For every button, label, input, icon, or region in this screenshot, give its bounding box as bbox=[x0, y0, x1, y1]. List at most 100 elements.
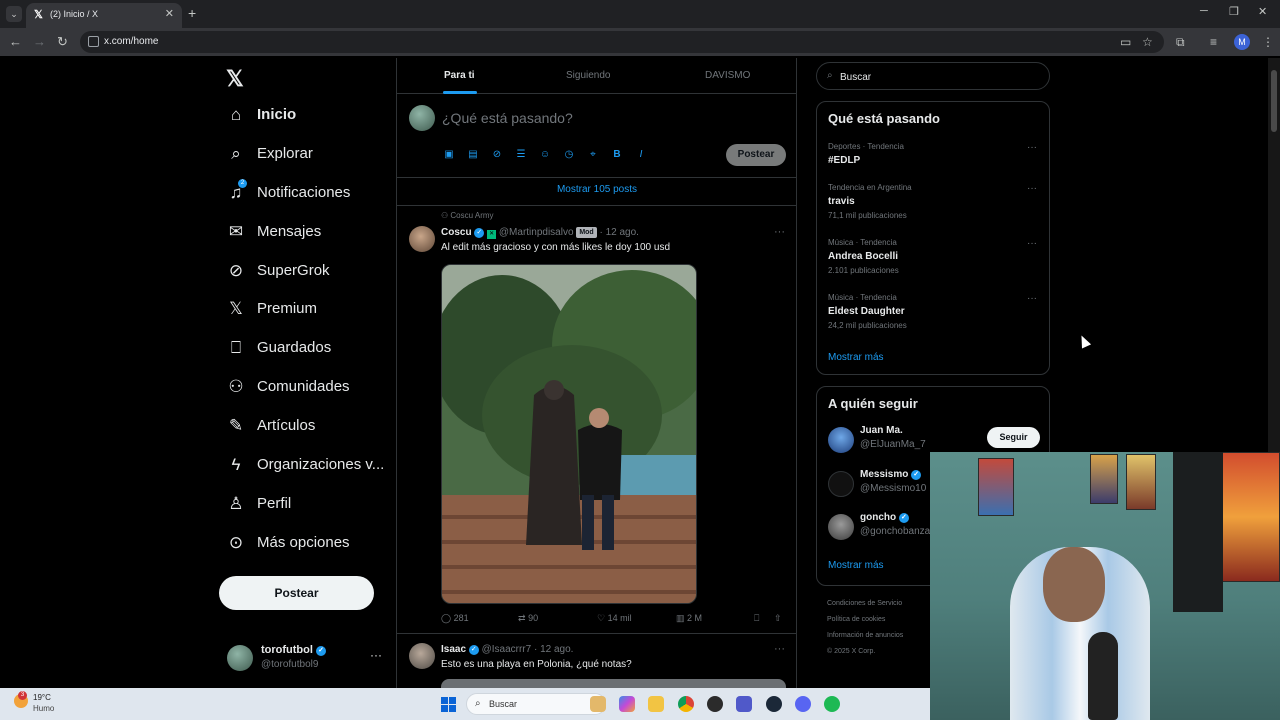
search-highlight-icon[interactable] bbox=[590, 696, 606, 712]
nav-item-inicio[interactable]: ⌂ Inicio bbox=[218, 99, 396, 133]
weather-condition[interactable]: Humo bbox=[33, 704, 54, 713]
bookmark-icon[interactable]: ⎕ bbox=[754, 613, 759, 624]
spotify-icon[interactable] bbox=[824, 696, 840, 712]
more-dots-icon[interactable]: ··· bbox=[1027, 238, 1037, 249]
nav-item-mas-opciones[interactable]: ⊙ Más opciones bbox=[218, 527, 396, 561]
nav-item-organizaciones[interactable]: ϟ Organizaciones v... bbox=[218, 449, 396, 483]
close-window-icon[interactable]: ✕ bbox=[1258, 5, 1267, 18]
footer-link[interactable]: Política de cookies bbox=[827, 612, 937, 628]
poll-icon[interactable]: ☰ bbox=[514, 148, 528, 162]
reply-action[interactable]: ◯ 281 bbox=[441, 613, 469, 624]
taskbar-search[interactable]: ⌕ Buscar bbox=[466, 693, 606, 715]
close-tab-icon[interactable]: ✕ bbox=[165, 7, 174, 20]
more-dots-icon[interactable]: ··· bbox=[774, 643, 785, 655]
back-icon[interactable]: ← bbox=[9, 34, 22, 50]
more-dots-icon[interactable]: ··· bbox=[1027, 183, 1037, 194]
tweet-image[interactable] bbox=[441, 264, 697, 604]
forward-icon[interactable]: → bbox=[33, 34, 46, 50]
grok-icon[interactable]: ⊘ bbox=[490, 148, 504, 162]
tweet[interactable]: Isaac ✓ @Isaacrrr7 · 12 ago. ··· Esto es… bbox=[397, 635, 796, 688]
tweet-image[interactable] bbox=[441, 679, 786, 688]
new-tab-button[interactable]: + bbox=[188, 5, 196, 21]
trends-show-more-link[interactable]: Mostrar más bbox=[828, 352, 884, 363]
retweet-action[interactable]: ⇄ 90 bbox=[518, 613, 538, 624]
minimize-icon[interactable]: ─ bbox=[1200, 5, 1208, 17]
follow-button[interactable]: Seguir bbox=[987, 427, 1040, 448]
trend-item[interactable]: Deportes · Tendencia #EDLP ··· bbox=[828, 142, 1040, 188]
grok-icon: ⊘ bbox=[228, 261, 244, 280]
account-switcher[interactable]: torofutbol ✓ @torofutbol9 ··· bbox=[218, 640, 396, 684]
post-button[interactable]: Postear bbox=[219, 576, 374, 610]
cast-icon[interactable]: ▭ bbox=[1120, 34, 1131, 50]
nav-item-guardados[interactable]: ⎕ Guardados bbox=[218, 332, 396, 366]
media-icon[interactable]: ≡ bbox=[1210, 34, 1217, 50]
share-icon[interactable]: ⇧ bbox=[774, 613, 782, 624]
more-dots-icon[interactable]: ··· bbox=[774, 226, 785, 238]
tweet-author-name[interactable]: Coscu bbox=[441, 227, 472, 238]
more-dots-icon[interactable]: ··· bbox=[370, 648, 382, 662]
tweet-time[interactable]: · 12 ago. bbox=[534, 644, 573, 655]
file-explorer-icon[interactable] bbox=[648, 696, 664, 712]
extensions-icon[interactable]: ⧉ bbox=[1176, 34, 1185, 50]
search-input[interactable]: ⌕ Buscar bbox=[816, 62, 1050, 90]
location-icon[interactable]: ⌖ bbox=[586, 148, 600, 162]
app-icon[interactable] bbox=[707, 696, 723, 712]
tab-list-button[interactable]: ⌄ bbox=[6, 6, 22, 22]
tweet-author-handle[interactable]: @Martinpdisalvo bbox=[499, 227, 574, 238]
more-dots-icon[interactable]: ··· bbox=[1027, 142, 1037, 153]
like-action[interactable]: ♡ 14 mil bbox=[597, 613, 632, 624]
tweet-author-name[interactable]: Isaac bbox=[441, 644, 466, 655]
bookmark-star-icon[interactable]: ☆ bbox=[1142, 34, 1153, 50]
scrollbar-thumb[interactable] bbox=[1271, 70, 1277, 132]
composer-input[interactable]: ¿Qué está pasando? bbox=[442, 110, 573, 126]
composer-post-button[interactable]: Postear bbox=[726, 144, 786, 166]
image-icon[interactable]: ▣ bbox=[442, 148, 456, 162]
x-logo-icon[interactable]: 𝕏 bbox=[226, 66, 244, 92]
nav-item-articulos[interactable]: ✎ Artículos bbox=[218, 410, 396, 444]
avatar[interactable] bbox=[409, 226, 435, 252]
chrome-icon[interactable] bbox=[678, 696, 694, 712]
address-bar[interactable]: x.com/home bbox=[80, 31, 1164, 53]
emoji-icon[interactable]: ☺ bbox=[538, 148, 552, 162]
copilot-icon[interactable] bbox=[619, 696, 635, 712]
reload-icon[interactable]: ↻ bbox=[57, 34, 68, 50]
trend-item[interactable]: Tendencia en Argentina travis 71,1 mil p… bbox=[828, 183, 1040, 229]
nav-item-comunidades[interactable]: ⚇ Comunidades bbox=[218, 371, 396, 405]
follow-show-more-link[interactable]: Mostrar más bbox=[828, 560, 884, 571]
show-new-posts-link[interactable]: Mostrar 105 posts bbox=[397, 179, 796, 206]
steam-icon[interactable] bbox=[766, 696, 782, 712]
tweet-author-handle[interactable]: @Isaacrrr7 bbox=[482, 644, 532, 655]
trend-item[interactable]: Música · Tendencia Andrea Bocelli 2.101 … bbox=[828, 238, 1040, 284]
restore-icon[interactable]: ❐ bbox=[1229, 5, 1239, 18]
bold-icon[interactable]: B bbox=[610, 148, 624, 162]
nav-item-mensajes[interactable]: ✉ Mensajes bbox=[218, 216, 396, 250]
nav-item-notificaciones[interactable]: ♫ 2 Notificaciones bbox=[218, 177, 396, 211]
footer-link[interactable]: Información de anuncios bbox=[827, 628, 937, 644]
site-info-icon[interactable] bbox=[88, 36, 99, 47]
tab-siguiendo[interactable]: Siguiendo bbox=[566, 70, 610, 81]
weather-temp[interactable]: 19°C bbox=[33, 693, 51, 702]
nav-item-explorar[interactable]: ⌕ Explorar bbox=[218, 138, 396, 172]
tab-para-ti[interactable]: Para ti bbox=[444, 70, 475, 81]
tweet[interactable]: ⚇ Coscu Army Coscu ✓ ✕ @Martinpdisalvo M… bbox=[397, 207, 796, 634]
schedule-icon[interactable]: ◷ bbox=[562, 148, 576, 162]
tab-davismo[interactable]: DAVISMO bbox=[705, 70, 750, 81]
trend-item[interactable]: Música · Tendencia Eldest Daughter 24,2 … bbox=[828, 293, 1040, 339]
nav-label: Explorar bbox=[257, 145, 313, 162]
menu-icon[interactable]: ⋮ bbox=[1262, 34, 1274, 50]
more-dots-icon[interactable]: ··· bbox=[1027, 293, 1037, 304]
footer-link[interactable]: Condiciones de Servicio bbox=[827, 596, 937, 612]
views-action[interactable]: ▥ 2 M bbox=[676, 613, 702, 624]
avatar[interactable] bbox=[409, 643, 435, 669]
nav-item-perfil[interactable]: ♙ Perfil bbox=[218, 488, 396, 522]
browser-tab[interactable]: 𝕏 (2) Inicio / X ✕ bbox=[26, 3, 182, 28]
windows-start-icon[interactable] bbox=[441, 697, 456, 712]
tweet-time[interactable]: · 12 ago. bbox=[599, 227, 638, 238]
gif-icon[interactable]: ▤ bbox=[466, 148, 480, 162]
teams-icon[interactable] bbox=[736, 696, 752, 712]
browser-profile-avatar[interactable]: M bbox=[1234, 34, 1250, 50]
nav-item-supergrok[interactable]: ⊘ SuperGrok bbox=[218, 255, 396, 289]
nav-item-premium[interactable]: 𝕏 Premium bbox=[218, 293, 396, 327]
italic-icon[interactable]: I bbox=[634, 148, 648, 162]
discord-icon[interactable] bbox=[795, 696, 811, 712]
